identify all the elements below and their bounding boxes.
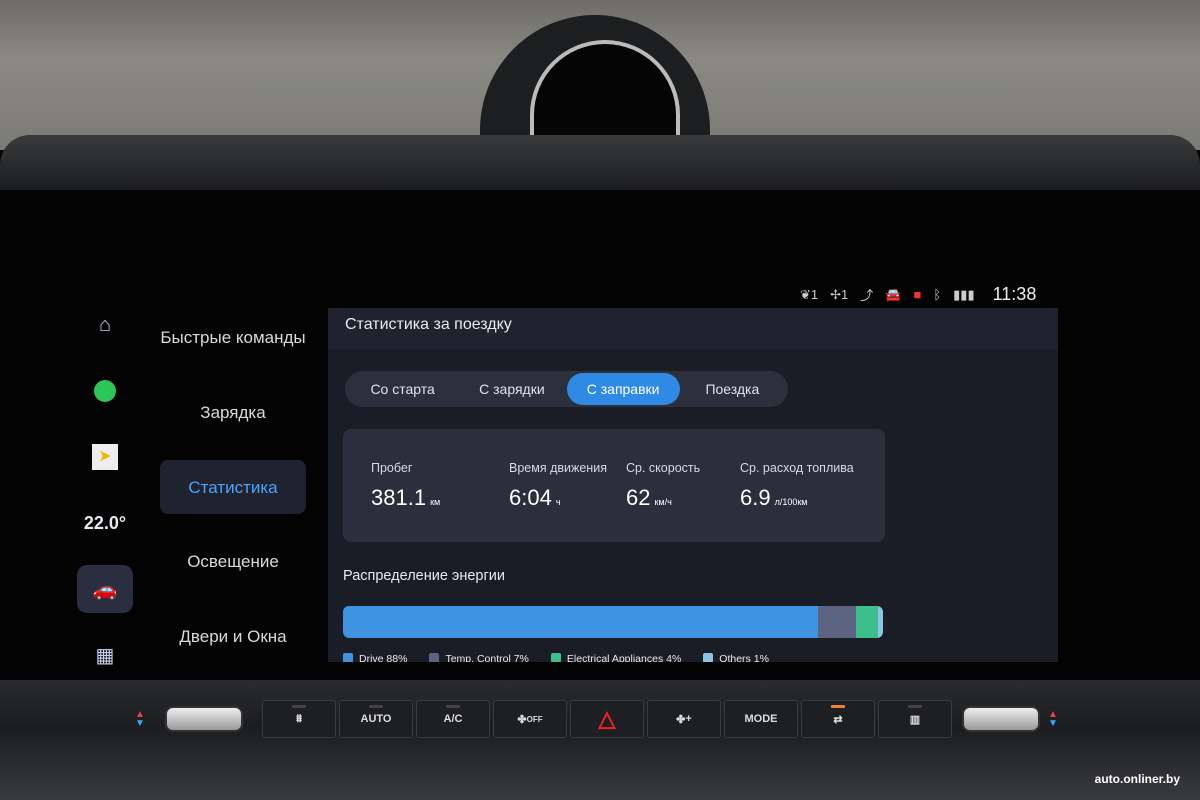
stat-value: 381.1: [371, 485, 427, 510]
legend-swatch: [550, 653, 561, 662]
climate-control-panel: [0, 680, 1200, 800]
signal-icon: ▮▮▮: [953, 286, 975, 302]
legend-item: Temp. Control 7%: [429, 653, 529, 662]
car-icon: 🚘: [885, 286, 902, 302]
energy-segment: [855, 606, 878, 638]
hazard-button[interactable]: △: [570, 700, 644, 738]
settings-menu: Быстрые команды Зарядка Статистика Освещ…: [160, 300, 306, 674]
menu-item-statistics[interactable]: Статистика: [160, 460, 306, 514]
spotify-icon[interactable]: [75, 358, 135, 424]
legend-item: Electrical Appliances 4%: [550, 653, 682, 662]
stat-avg-fuel: Ср. расход топлива 6.9 л/100км: [740, 461, 854, 511]
tab-trip[interactable]: Поездка: [680, 373, 785, 405]
dashboard: [0, 135, 1200, 195]
energy-segment: [343, 606, 819, 638]
legend-label: Electrical Appliances 4%: [566, 653, 682, 662]
stat-unit: км: [430, 497, 441, 507]
tab-since-refuel[interactable]: С заправки: [566, 373, 680, 405]
climate-buttons: ⩩ AUTO A/C ✤ OFF △ ✤ + MODE ⇄ ▥: [262, 700, 952, 738]
front-defrost-button[interactable]: ⩩: [262, 700, 336, 738]
rear-defrost-button[interactable]: ▥: [878, 700, 952, 738]
energy-distribution-title: Распределение энергии: [343, 568, 505, 584]
legend-label: Others 1%: [719, 653, 769, 662]
stat-avg-speed: Ср. скорость 62 км/ч: [626, 461, 700, 511]
recirculation-button[interactable]: ⇄: [801, 700, 875, 738]
legend-swatch: [703, 653, 714, 662]
stat-unit: л/100км: [774, 497, 808, 507]
vehicle-icon[interactable]: 🚗: [77, 565, 133, 613]
stat-unit: ч: [555, 497, 561, 507]
legend-swatch: [343, 653, 353, 662]
legend-item: Drive 88%: [343, 653, 407, 662]
tab-since-start[interactable]: Со старта: [348, 373, 457, 405]
tab-since-charging[interactable]: С зарядки: [457, 373, 566, 405]
left-temp-arrows-icon[interactable]: ▲ ▼: [135, 710, 145, 729]
right-temperature-knob[interactable]: [962, 706, 1040, 732]
climate-temperature-button[interactable]: 22.0°: [75, 490, 135, 556]
stat-label: Пробег: [371, 461, 413, 475]
bluetooth-icon: ᛒ: [933, 287, 942, 302]
left-temperature-knob[interactable]: [165, 706, 243, 732]
fan-up-button[interactable]: ✤ +: [647, 700, 721, 738]
seat-airflow-icon: ⤴: [860, 288, 874, 303]
right-temp-arrows-icon[interactable]: ▲ ▼: [1048, 710, 1058, 729]
energy-distribution-bar: [343, 606, 883, 638]
ac-button[interactable]: A/C: [416, 700, 490, 738]
menu-item-lighting[interactable]: Освещение: [160, 524, 306, 599]
mode-button[interactable]: MODE: [724, 700, 798, 738]
stat-label: Ср. расход топлива: [740, 461, 854, 475]
stat-value: 6.9: [740, 485, 771, 510]
energy-segment: [818, 606, 856, 638]
stat-mileage: Пробег 381.1 км: [371, 461, 440, 511]
stat-unit: км/ч: [654, 497, 672, 507]
menu-item-quick-commands[interactable]: Быстрые команды: [160, 300, 306, 375]
period-tabs: Со старта С зарядки С заправки Поездка: [345, 371, 788, 407]
legend-label: Temp. Control 7%: [445, 653, 529, 662]
stat-value: 62: [626, 485, 651, 510]
page-title: Статистика за поездку: [328, 308, 1058, 350]
navigation-icon[interactable]: ➤: [75, 424, 135, 490]
stats-card: Пробег 381.1 км Время движения 6:04 ч Ср. ск…: [343, 429, 885, 542]
stat-label: Время движения: [509, 461, 607, 475]
dashcam-icon: ■: [913, 287, 922, 302]
stat-label: Ср. скорость: [626, 461, 701, 475]
menu-item-doors-windows[interactable]: Двери и Окна: [160, 599, 306, 674]
fan-off-button[interactable]: ✤ OFF: [493, 700, 567, 738]
status-bar: ❦1 ✢1 ⤴ 🚘 ■ ᛒ ▮▮▮ 11:38: [800, 284, 1036, 305]
energy-legend: Drive 88% Temp. Control 7% Electrical Appl…: [343, 653, 769, 662]
apps-grid-icon[interactable]: ▦: [75, 622, 135, 688]
eco-icon: ❦1: [800, 286, 819, 302]
home-icon[interactable]: ⌂: [75, 292, 135, 358]
fan-icon: ✢1: [830, 286, 849, 302]
legend-swatch: [429, 653, 440, 662]
trip-statistics-panel: Статистика за поездку Со старта С зарядк…: [328, 308, 1058, 662]
energy-segment: [877, 606, 883, 638]
stat-drive-time: Время движения 6:04 ч: [509, 461, 607, 511]
app-dock: ⌂ ➤ 22.0° 🚗 ▦: [75, 292, 135, 688]
legend-item: Others 1%: [703, 653, 769, 662]
temperature-value: 22.0°: [83, 512, 127, 533]
stat-value: 6:04: [509, 485, 552, 510]
watermark: auto.onliner.by: [1094, 772, 1180, 786]
legend-label: Drive 88%: [359, 653, 408, 662]
auto-button[interactable]: AUTO: [339, 700, 413, 738]
clock: 11:38: [992, 284, 1037, 304]
menu-item-charging[interactable]: Зарядка: [160, 375, 306, 450]
